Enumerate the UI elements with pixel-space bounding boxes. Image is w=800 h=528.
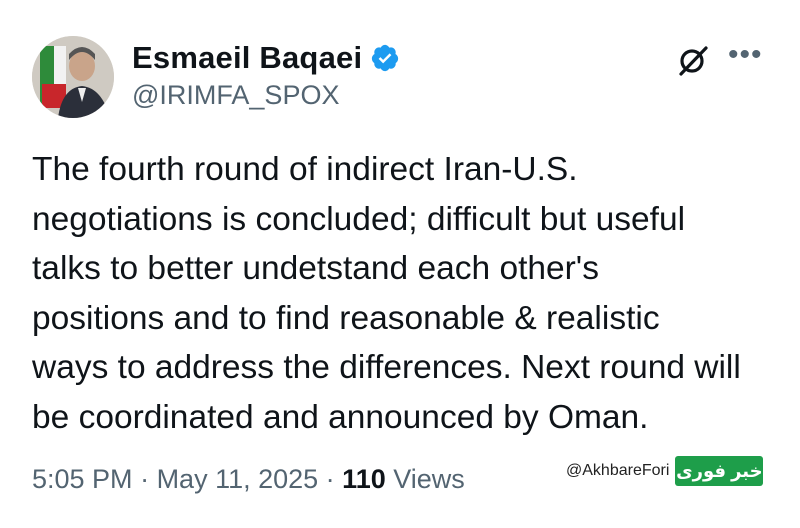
- grok-icon[interactable]: [676, 44, 710, 78]
- author-handle[interactable]: @IRIMFA_SPOX: [132, 80, 339, 111]
- post-time[interactable]: 5:05 PM: [32, 464, 133, 494]
- post-line: ways to address the differences. Next ro…: [32, 349, 741, 386]
- author-name[interactable]: Esmaeil Baqaei: [132, 40, 362, 76]
- post-meta: 5:05 PM · May 11, 2025 · 110 Views: [32, 464, 465, 495]
- watermark-logo: خبر فوری: [675, 456, 764, 486]
- post-line: negotiations is concluded; difficult but…: [32, 200, 686, 238]
- more-options-icon[interactable]: •••: [728, 40, 763, 70]
- meta-separator: ·: [132, 464, 157, 494]
- post-date[interactable]: May 11, 2025: [157, 464, 319, 494]
- post-text: The fourth round of indirect Iran-U.S. n…: [32, 145, 782, 442]
- post-line: positions and to find reasonable & reali…: [32, 299, 660, 337]
- avatar[interactable]: [32, 36, 114, 118]
- post-line: talks to better undetstand each other's: [32, 250, 599, 287]
- watermark-handle: @AkhbareFori: [566, 462, 670, 479]
- watermark: @AkhbareFori خبر فوری: [566, 456, 764, 486]
- post-line: The fourth round of indirect Iran-U.S.: [32, 151, 578, 188]
- author-name-row[interactable]: Esmaeil Baqaei: [132, 40, 400, 76]
- meta-separator: ·: [318, 464, 343, 494]
- views-label: Views: [385, 464, 465, 494]
- views-count[interactable]: 110: [342, 464, 386, 494]
- verified-badge-icon: [370, 43, 400, 73]
- post-line: be coordinated and announced by Oman.: [32, 398, 649, 436]
